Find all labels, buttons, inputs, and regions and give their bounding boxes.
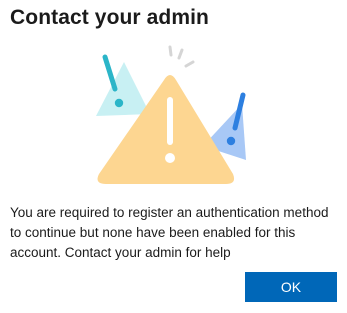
warning-illustration bbox=[90, 42, 260, 188]
ok-button[interactable]: OK bbox=[245, 272, 337, 302]
dialog-title: Contact your admin bbox=[10, 6, 209, 29]
contact-admin-dialog: Contact your admin You are required to r… bbox=[0, 0, 347, 313]
warning-triangle-icon bbox=[96, 45, 246, 184]
small-warning-left-icon bbox=[96, 54, 150, 116]
dialog-message: You are required to register an authenti… bbox=[10, 205, 329, 260]
burst-lines-icon bbox=[168, 45, 195, 68]
